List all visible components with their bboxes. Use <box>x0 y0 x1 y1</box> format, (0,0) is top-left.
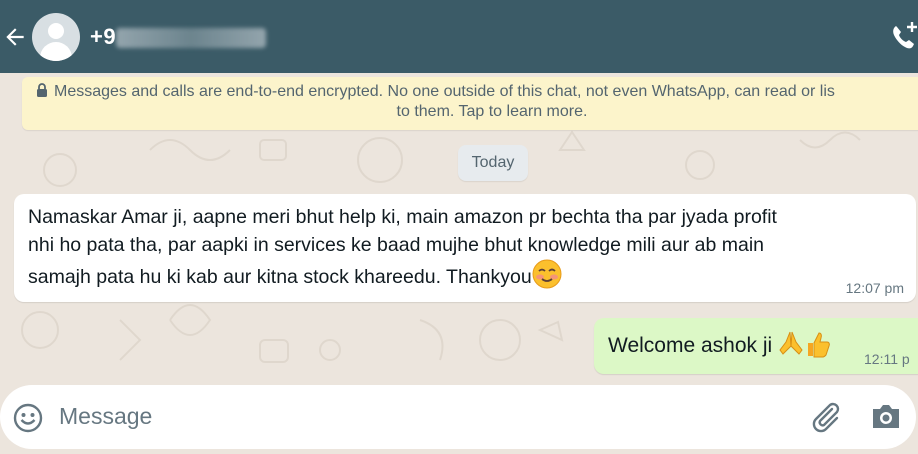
incoming-message-bubble[interactable]: Namaskar Amar ji, aapne meri bhut help k… <box>14 194 916 302</box>
camera-icon[interactable] <box>870 401 902 436</box>
lock-icon <box>36 83 48 103</box>
message-input-box[interactable]: Message <box>0 385 916 449</box>
chat-header: +9 <box>0 0 918 73</box>
contact-name[interactable]: +9 <box>90 23 267 50</box>
message-timestamp: 12:07 pm <box>845 280 904 296</box>
message-line: Welcome ashok ji <box>608 334 773 357</box>
message-timestamp: 12:11 p <box>864 351 910 367</box>
arrow-left-icon[interactable] <box>0 0 30 73</box>
folded-hands-emoji <box>778 330 804 364</box>
message-text: Welcome ashok ji <box>608 330 832 364</box>
call-add-icon[interactable] <box>890 20 918 52</box>
date-chip: Today <box>458 145 528 181</box>
encryption-text-line2: to them. Tap to learn more. <box>396 103 588 120</box>
contact-number-prefix: +9 <box>90 23 117 49</box>
outgoing-message-bubble[interactable]: Welcome ashok ji 12:11 p <box>594 318 918 374</box>
message-line: samajh pata hu ki kab aur kitna stock kh… <box>28 266 532 288</box>
paperclip-icon[interactable] <box>808 400 842 439</box>
default-avatar-icon[interactable] <box>32 12 80 61</box>
message-input[interactable]: Message <box>59 403 152 430</box>
smiling-blush-emoji <box>532 259 562 297</box>
smiley-icon[interactable] <box>12 402 44 439</box>
message-line: nhi ho pata tha, par aapki in services k… <box>28 234 765 256</box>
message-line: Namaskar Amar ji, aapne meri bhut help k… <box>28 206 777 228</box>
encryption-text-line1: Messages and calls are end-to-end encryp… <box>54 83 835 100</box>
encryption-notice[interactable]: Messages and calls are end-to-end encryp… <box>22 77 918 130</box>
redacted-number <box>116 27 267 48</box>
thumbs-up-emoji <box>804 330 832 364</box>
message-text: Namaskar Amar ji, aapne meri bhut help k… <box>28 203 888 297</box>
message-composer: Message <box>0 385 918 454</box>
